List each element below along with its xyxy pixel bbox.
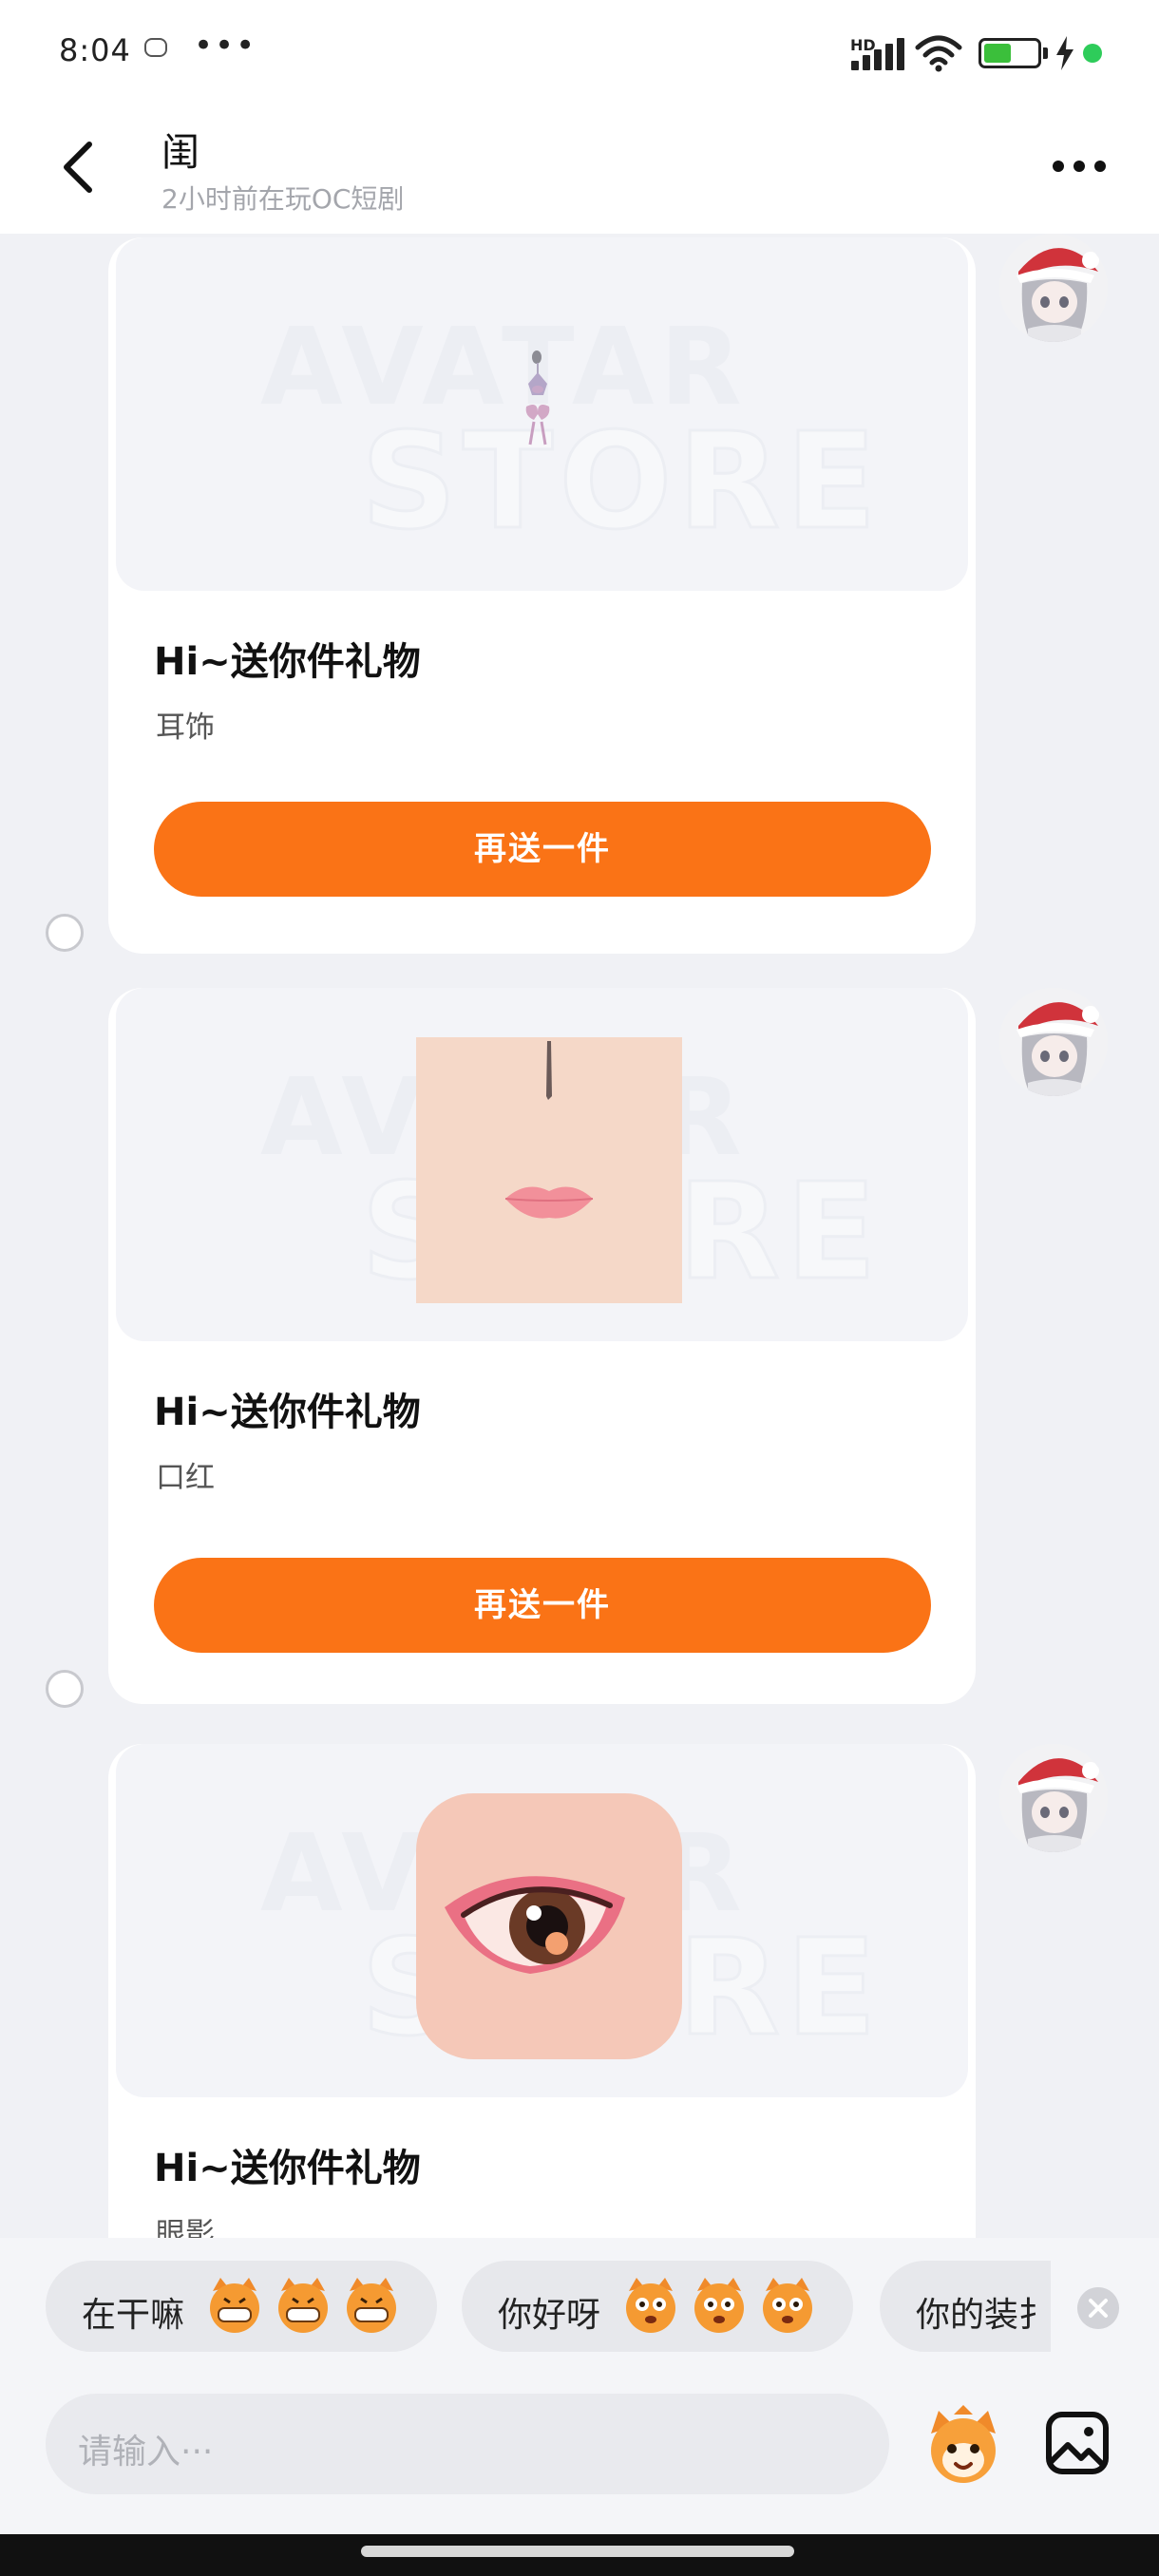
grin-emoji-icon <box>347 2278 396 2333</box>
message-input-placeholder: 请输入··· <box>78 2433 214 2472</box>
quick-reply-text: 在干嘛 <box>82 2296 185 2335</box>
signal-icon <box>851 38 904 70</box>
charging-icon <box>1056 36 1074 70</box>
gift-title: Hi~送你件礼物 <box>154 2147 421 2190</box>
wave-emoji-icon <box>626 2278 675 2333</box>
quick-reply-text: 你的装扌 <box>916 2296 1051 2335</box>
notification-face-icon <box>144 38 167 57</box>
gift-card-earring: AVATAR STORE Hi~送你件礼物 耳饰 再送一件 <box>108 237 976 954</box>
select-radio[interactable] <box>46 914 84 952</box>
chat-subtitle: 2小时前在玩OC短剧 <box>162 183 405 215</box>
close-quick-replies-icon[interactable] <box>1077 2287 1119 2329</box>
chat-title: 闺 <box>162 131 200 175</box>
privacy-indicator-dot <box>1083 44 1102 63</box>
battery-tip <box>1043 47 1048 59</box>
more-notifications-icon: ••• <box>194 27 257 65</box>
avatar-image <box>999 1744 1108 1852</box>
gift-item-name: 耳饰 <box>156 710 215 745</box>
gift-card-lipstick: AVATAR STORE Hi~送你件礼物 口红 再送一件 <box>108 988 976 1704</box>
quick-reply-chip[interactable]: 你的装扌 <box>880 2261 1051 2352</box>
lipstick-preview-image <box>416 1037 682 1303</box>
grin-emoji-icon <box>278 2278 328 2333</box>
grin-emoji-icon <box>210 2278 259 2333</box>
wave-emoji-icon <box>763 2278 812 2333</box>
status-time: 8:04 <box>59 32 131 68</box>
wifi-icon <box>915 35 962 72</box>
quick-reply-chip[interactable]: 你好呀 <box>462 2261 853 2352</box>
earring-icon <box>525 350 550 445</box>
message-input[interactable]: 请输入··· <box>46 2394 889 2494</box>
avatar[interactable] <box>999 1744 1108 1852</box>
gift-image: AVATAR STORE <box>116 237 968 591</box>
gift-image: AVATAR STORE <box>116 1744 968 2097</box>
send-another-button[interactable]: 再送一件 <box>154 1558 931 1653</box>
battery-icon <box>978 38 1041 68</box>
gift-image: AVATAR STORE <box>116 988 968 1341</box>
avatar-image <box>999 988 1108 1096</box>
home-indicator[interactable] <box>361 2546 794 2557</box>
wave-emoji-icon <box>694 2278 744 2333</box>
gift-title: Hi~送你件礼物 <box>154 1391 421 1434</box>
quick-reply-chip[interactable]: 在干嘛 <box>46 2261 437 2352</box>
image-picker-icon[interactable] <box>1045 2411 1110 2475</box>
avatar-image <box>999 234 1108 342</box>
more-menu-icon[interactable] <box>1051 152 1108 180</box>
gift-card-eyeshadow: AVATAR STORE Hi~送你件礼物 眼影 <box>108 1744 976 2276</box>
send-another-button[interactable]: 再送一件 <box>154 802 931 897</box>
select-radio[interactable] <box>46 1670 84 1708</box>
eyeshadow-preview-image <box>416 1793 682 2059</box>
status-bar: 8:04 ••• HD <box>0 0 1159 104</box>
emoji-sticker-icon[interactable] <box>922 2405 1005 2485</box>
gift-title: Hi~送你件礼物 <box>154 640 421 684</box>
quick-reply-text: 你好呀 <box>498 2296 601 2335</box>
avatar[interactable] <box>999 234 1108 342</box>
back-arrow-icon[interactable] <box>55 139 103 196</box>
watermark-store: STORE <box>360 404 883 561</box>
avatar[interactable] <box>999 988 1108 1096</box>
gift-item-name: 口红 <box>156 1461 215 1495</box>
